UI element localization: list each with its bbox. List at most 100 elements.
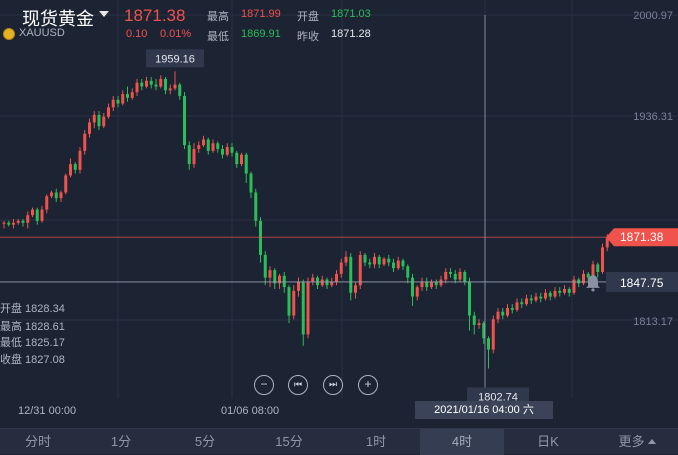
- candle-body: [287, 287, 291, 316]
- candle-body: [31, 209, 34, 216]
- candle-body: [178, 84, 182, 96]
- chevron-down-icon[interactable]: [99, 11, 109, 17]
- candle-body: [154, 84, 158, 87]
- tab-time-share[interactable]: 分时: [0, 429, 76, 455]
- candle-body: [130, 92, 134, 98]
- candle-body: [586, 273, 590, 278]
- candle-body: [59, 192, 63, 199]
- bell-clapper: [591, 288, 595, 292]
- y-tick-label: 1813.17: [633, 316, 673, 328]
- candle-body: [187, 145, 191, 165]
- candle-body: [7, 222, 11, 225]
- candle-body: [449, 271, 452, 274]
- candle-body: [377, 256, 381, 265]
- period-tabs: 分时 1分 5分 15分 1时 4时 日K 更多: [0, 428, 678, 455]
- candle-body: [111, 99, 115, 108]
- previous-button[interactable]: ⏮: [288, 375, 308, 395]
- candle-body: [297, 281, 300, 291]
- candle-body: [164, 78, 167, 91]
- candle-body: [411, 277, 414, 297]
- candle-body: [73, 164, 77, 170]
- candle-body: [230, 147, 234, 153]
- candle-body: [159, 78, 163, 87]
- candle-body: [273, 270, 277, 284]
- candle-body: [363, 254, 367, 263]
- candle-body: [463, 271, 467, 282]
- candle-body: [183, 95, 186, 146]
- candle-body: [225, 147, 229, 155]
- candle-body: [145, 80, 148, 87]
- candle-body: [510, 307, 514, 310]
- tab-daily[interactable]: 日K: [508, 429, 588, 455]
- candle-body: [135, 82, 139, 93]
- candle-body: [235, 152, 239, 165]
- candle-body: [78, 150, 82, 170]
- candle-body: [197, 145, 201, 149]
- candle-body: [401, 260, 405, 267]
- candle-body: [107, 107, 110, 117]
- candle-body: [54, 192, 58, 199]
- candle-body: [373, 256, 376, 265]
- cursor-high: 最高 1828.61: [0, 321, 65, 333]
- candle-body: [358, 254, 362, 286]
- candle-body: [126, 94, 129, 98]
- candle-body: [349, 256, 353, 293]
- candle-body: [477, 323, 481, 325]
- tab-4hour[interactable]: 4时: [420, 429, 504, 455]
- x-tick-label: 12/31 00:00: [18, 405, 77, 417]
- gold-coin-icon: [3, 28, 15, 40]
- candle-body: [211, 143, 215, 151]
- candle-body: [515, 302, 519, 310]
- candle-body: [140, 82, 144, 87]
- candle-body: [88, 122, 91, 134]
- candle-body: [149, 80, 153, 85]
- candle-body: [344, 256, 348, 263]
- candle-body: [506, 307, 509, 316]
- zoom-in-button[interactable]: +: [358, 375, 378, 395]
- price-change: 0.10: [126, 28, 148, 40]
- candle-body: [306, 281, 310, 335]
- candle-body: [64, 175, 68, 193]
- tab-1min[interactable]: 1分: [82, 429, 160, 455]
- zoom-out-button[interactable]: −: [254, 375, 274, 395]
- candle-body: [525, 298, 528, 305]
- candle-body: [520, 302, 524, 305]
- low-label: 最低: [207, 31, 229, 43]
- tab-1hour[interactable]: 1时: [336, 429, 416, 455]
- low-value: 1869.91: [241, 28, 281, 40]
- candle-body: [501, 311, 505, 316]
- candle-body: [487, 338, 490, 350]
- candle-body: [21, 220, 25, 223]
- tab-more[interactable]: 更多: [596, 429, 678, 455]
- candle-body: [563, 289, 566, 293]
- candle-body: [339, 262, 343, 274]
- next-button[interactable]: ⏭: [323, 375, 343, 395]
- candle-body: [69, 164, 72, 176]
- candle-body: [50, 192, 53, 197]
- candle-body: [40, 209, 44, 221]
- candle-body: [320, 279, 324, 286]
- candle-body: [496, 311, 500, 320]
- candle-body: [168, 88, 172, 91]
- caret-up-icon: [647, 439, 656, 444]
- candle-body: [35, 209, 39, 221]
- last-price: 1871.38: [124, 6, 186, 25]
- open-value: 1871.03: [331, 8, 371, 20]
- candle-body: [259, 220, 262, 255]
- candle-body: [439, 279, 443, 286]
- candle-body: [392, 262, 395, 269]
- tab-5min[interactable]: 5分: [166, 429, 244, 455]
- chart-overlay: 1871.381847.751959.161802.74: [0, 15, 678, 406]
- cursor-close: 收盘 1827.08: [0, 354, 65, 366]
- candle-body: [453, 273, 457, 280]
- x-tick-label: 01/06 08:00: [221, 405, 280, 417]
- candle-body: [292, 290, 296, 316]
- tab-15min[interactable]: 15分: [250, 429, 328, 455]
- candle-body: [458, 271, 462, 280]
- candle-body: [301, 281, 305, 335]
- price-chart[interactable]: 2000.97 1936.31 1813.17 1871.38 1847.75 1959…: [0, 0, 678, 428]
- candle-body: [12, 222, 15, 225]
- cursor-time-label: 2021/01/16 04:00 六: [415, 401, 553, 419]
- chart-grid: 2000.97 1936.31 1813.17: [0, 0, 678, 398]
- candle-body: [325, 279, 329, 286]
